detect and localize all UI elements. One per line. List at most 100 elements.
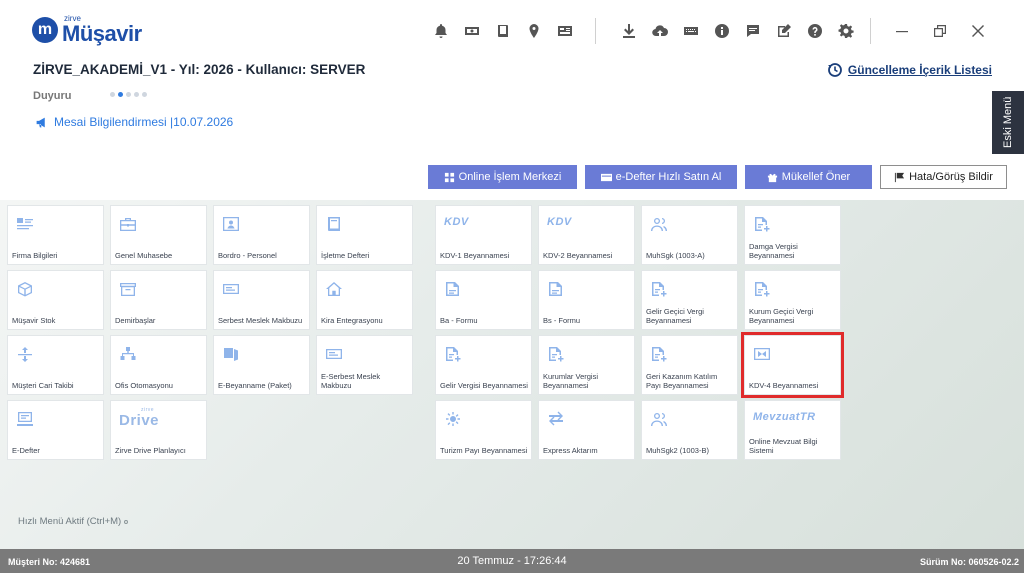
tile-label: Express Aktarım — [543, 446, 598, 455]
doc-plus-icon — [444, 346, 462, 362]
kdv4-icon — [753, 346, 771, 362]
money-icon[interactable] — [461, 20, 483, 42]
carousel-dot[interactable] — [142, 92, 147, 97]
doc-plus-icon — [650, 346, 668, 362]
tile-label: KDV-4 Beyannamesi — [749, 381, 819, 390]
online-operations-button[interactable]: Online İşlem Merkezi — [428, 165, 577, 189]
location-icon[interactable] — [523, 20, 545, 42]
minimize-icon[interactable] — [891, 20, 913, 42]
carousel-dot[interactable] — [126, 92, 131, 97]
kdv-logo: KDV — [444, 216, 469, 228]
tile-label: Müşavir Stok — [12, 316, 56, 325]
tile-geri-kazanım-katılım-payı-beyannamesi[interactable]: Geri Kazanım Katılım Payı Beyannamesi — [641, 335, 738, 395]
tile-firma-bilgileri[interactable]: Firma Bilgileri — [7, 205, 104, 265]
status-bar: Müşteri No: 424681 20 Temmuz - 17:26:44 … — [0, 549, 1024, 573]
recommend-taxpayer-button[interactable]: Mükellef Öner — [745, 165, 872, 189]
info-icon[interactable] — [711, 20, 733, 42]
carousel-dot-active[interactable] — [118, 92, 123, 97]
package-icon — [222, 346, 240, 362]
tile-label: Genel Muhasebe — [115, 251, 173, 260]
quick-menu-indicator[interactable]: Hızlı Menü Aktif (Ctrl+M) — [18, 516, 129, 527]
tile-kdv-2-beyannamesi[interactable]: KDV KDV-2 Beyannamesi — [538, 205, 635, 265]
tile-online-mevzuat-bilgi-sistemi[interactable]: MevzuatTR Online Mevzuat Bilgi Sistemi — [744, 400, 841, 460]
edefter-buy-button[interactable]: e-Defter Hızlı Satın Al — [585, 165, 737, 189]
book-icon — [325, 216, 343, 232]
tile-label: Müşteri Cari Takibi — [12, 381, 74, 390]
tile-label: Kurum Geçici Vergi Beyannamesi — [749, 307, 814, 325]
tile-i-şletme-defteri[interactable]: İşletme Defteri — [316, 205, 413, 265]
announcement-link[interactable]: Mesai Bilgilendirmesi |10.07.2026 — [35, 115, 233, 129]
tile-müşteri-cari-takibi[interactable]: Müşteri Cari Takibi — [7, 335, 104, 395]
app-logo: m zirve Müşavir — [32, 15, 142, 45]
list-card-icon — [16, 216, 34, 232]
keyboard-icon[interactable] — [680, 20, 702, 42]
tile-muhsgk-1003-a[interactable]: MuhSgk (1003-A) — [641, 205, 738, 265]
tile-turizm-payı-beyannamesi[interactable]: Turizm Payı Beyannamesi — [435, 400, 532, 460]
tile-serbest-meslek-makbuzu[interactable]: Serbest Meslek Makbuzu — [213, 270, 310, 330]
box-icon — [119, 281, 137, 297]
page-title: ZİRVE_AKADEMİ_V1 - Yıl: 2026 - Kullanıcı… — [33, 62, 366, 77]
update-content-link[interactable]: Güncelleme İçerik Listesi — [827, 62, 992, 78]
refresh-clock-icon — [827, 63, 842, 77]
tile-label: MuhSgk (1003-A) — [646, 251, 705, 260]
transfer-icon — [16, 346, 34, 362]
doc-icon — [547, 281, 565, 297]
tile-label: KDV-1 Beyannamesi — [440, 251, 510, 260]
tile-e-beyanname-paket[interactable]: E-Beyanname (Paket) — [213, 335, 310, 395]
chat-icon[interactable] — [742, 20, 764, 42]
carousel-dot[interactable] — [134, 92, 139, 97]
tile-gelir-geçici-vergi-beyannamesi[interactable]: Gelir Geçici Vergi Beyannamesi — [641, 270, 738, 330]
quick-menu-label: Hızlı Menü Aktif (Ctrl+M) — [18, 516, 122, 527]
tile-label: MuhSgk2 (1003-B) — [646, 446, 709, 455]
old-menu-tab[interactable]: Eski Menü — [992, 91, 1024, 154]
carousel-dots[interactable] — [110, 92, 150, 97]
tile-label: E-Beyanname (Paket) — [218, 381, 292, 390]
tile-label: Ba - Formu — [440, 316, 478, 325]
tile-e-serbest-meslek-makbuzu[interactable]: E-Serbest Meslek Makbuzu — [316, 335, 413, 395]
tile-ba-formu[interactable]: Ba - Formu — [435, 270, 532, 330]
tile-kurum-geçici-vergi-beyannamesi[interactable]: Kurum Geçici Vergi Beyannamesi — [744, 270, 841, 330]
tile-zirve-drive-planlayıcı[interactable]: zirve Drive Zirve Drive Planlayıcı — [110, 400, 207, 460]
org-chart-icon — [119, 346, 137, 362]
report-feedback-button[interactable]: Hata/Görüş Bildir — [880, 165, 1007, 189]
tile-e-defter[interactable]: E-Defter — [7, 400, 104, 460]
announcement-text: Mesai Bilgilendirmesi |10.07.2026 — [54, 115, 234, 129]
settings-icon[interactable] — [835, 20, 857, 42]
tile-bordro-personel[interactable]: Bordro - Personel — [213, 205, 310, 265]
cloud-upload-icon[interactable] — [649, 20, 671, 42]
ledger-icon — [16, 411, 34, 427]
book-icon[interactable] — [492, 20, 514, 42]
receipt-icon — [325, 346, 343, 362]
edit-icon[interactable] — [773, 20, 795, 42]
bell-icon[interactable] — [430, 20, 452, 42]
tile-label: E-Defter — [12, 446, 40, 455]
tile-gelir-vergisi-beyannamesi[interactable]: Gelir Vergisi Beyannamesi — [435, 335, 532, 395]
tile-label: Geri Kazanım Katılım Payı Beyannamesi — [646, 372, 718, 390]
tile-label: Gelir Geçici Vergi Beyannamesi — [646, 307, 704, 325]
tile-genel-muhasebe[interactable]: Genel Muhasebe — [110, 205, 207, 265]
tile-kira-entegrasyonu[interactable]: Kira Entegrasyonu — [316, 270, 413, 330]
version-number: Sürüm No: 060526-02.2 — [919, 557, 1019, 567]
tile-damga-vergisi-beyannamesi[interactable]: Damga Vergisi Beyannamesi — [744, 205, 841, 265]
tile-label: Demirbaşlar — [115, 316, 156, 325]
tile-müşavir-stok[interactable]: Müşavir Stok — [7, 270, 104, 330]
close-icon[interactable] — [967, 20, 989, 42]
tile-muhsgk2-1003-b[interactable]: MuhSgk2 (1003-B) — [641, 400, 738, 460]
tile-kdv-4-beyannamesi[interactable]: KDV-4 Beyannamesi — [741, 332, 844, 398]
restore-icon[interactable] — [929, 20, 951, 42]
tile-express-aktarım[interactable]: Express Aktarım — [538, 400, 635, 460]
tile-label: Turizm Payı Beyannamesi — [440, 446, 528, 455]
users-icon — [650, 411, 668, 427]
tile-kurumlar-vergisi-beyannamesi[interactable]: Kurumlar Vergisi Beyannamesi — [538, 335, 635, 395]
newspaper-icon[interactable] — [554, 20, 576, 42]
tile-demirbaşlar[interactable]: Demirbaşlar — [110, 270, 207, 330]
tile-kdv-1-beyannamesi[interactable]: KDV KDV-1 Beyannamesi — [435, 205, 532, 265]
carousel-dot[interactable] — [110, 92, 115, 97]
receipt-icon — [222, 281, 240, 297]
download-icon[interactable] — [618, 20, 640, 42]
tile-bs-formu[interactable]: Bs - Formu — [538, 270, 635, 330]
tile-ofis-otomasyonu[interactable]: Ofis Otomasyonu — [110, 335, 207, 395]
help-icon[interactable] — [804, 20, 826, 42]
grid-icon — [444, 172, 454, 182]
doc-plus-icon — [650, 281, 668, 297]
